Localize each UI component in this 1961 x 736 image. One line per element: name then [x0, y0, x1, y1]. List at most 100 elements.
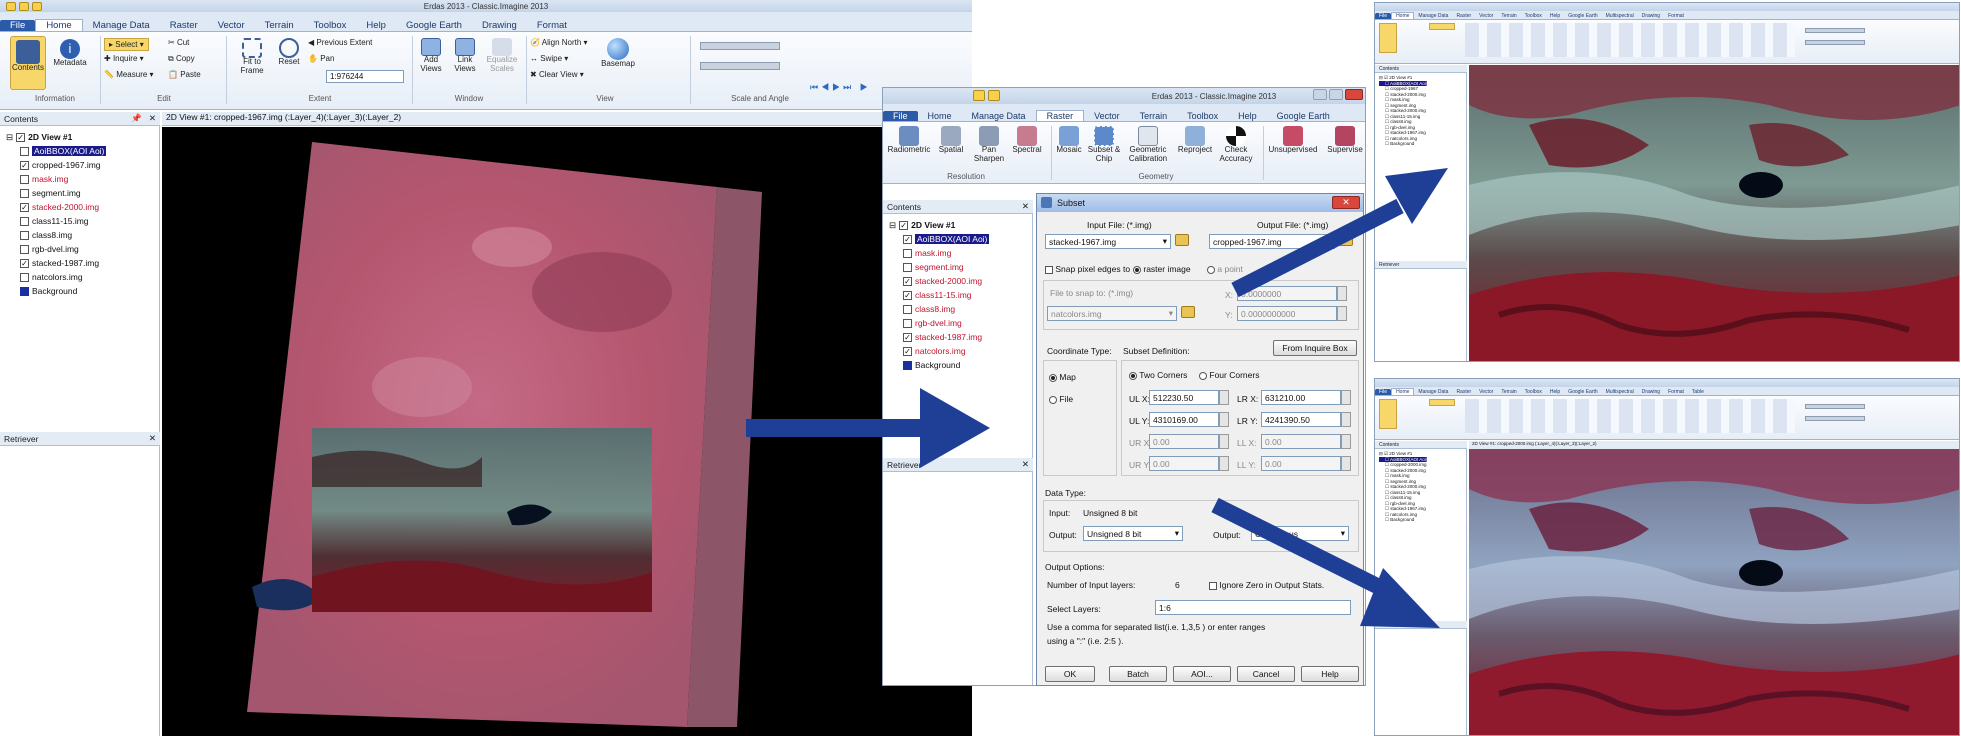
lrx-field[interactable]: 631210.00 — [1261, 390, 1341, 405]
close-icon[interactable]: ✕ — [1022, 201, 1029, 212]
uly-spinner[interactable] — [1219, 412, 1229, 427]
scale-slider[interactable] — [1805, 28, 1865, 33]
raster-image-option[interactable]: raster image — [1133, 264, 1191, 274]
tab-terrain[interactable]: Terrain — [1497, 389, 1520, 395]
layer-item[interactable]: ☐ stacked-2000.img — [1379, 108, 1427, 114]
qat-icon[interactable] — [32, 2, 42, 11]
tab-vector[interactable]: Vector — [1084, 111, 1130, 121]
tab-raster[interactable]: Raster — [1452, 389, 1475, 395]
qat-icon[interactable] — [6, 2, 16, 11]
output-file-field[interactable]: cropped-1967.img — [1209, 234, 1335, 249]
tab-raster[interactable]: Raster — [160, 20, 208, 31]
tab-file[interactable]: File — [1375, 389, 1392, 395]
layer-checkbox[interactable] — [903, 290, 912, 300]
tab-toolbox[interactable]: Toolbox — [1177, 111, 1228, 121]
background-item[interactable]: Background — [6, 284, 106, 298]
swipe-button[interactable]: ↔ Swipe ▾ — [530, 54, 568, 63]
supervised-button[interactable]: Supervise — [1323, 126, 1365, 155]
scale-input[interactable]: 1:976244 — [326, 70, 404, 83]
add-views-button[interactable]: Add Views — [414, 38, 448, 74]
layer-item[interactable]: ☐ cropped-2000.img — [1379, 462, 1427, 468]
copy-button[interactable]: ⧉ Copy — [168, 54, 195, 64]
aoi-button[interactable]: AOI... — [1173, 666, 1231, 682]
tab-manage-data[interactable]: Manage Data — [83, 20, 160, 31]
background-item[interactable]: Background — [889, 358, 989, 372]
view-checkbox[interactable] — [899, 220, 909, 230]
tab-terrain[interactable]: Terrain — [1497, 13, 1520, 19]
spectral-button[interactable]: Spectral — [1009, 126, 1045, 155]
layer-item[interactable]: mask.img — [6, 172, 106, 186]
layer-item[interactable]: class11-15.img — [889, 288, 989, 302]
select-button[interactable] — [1429, 399, 1455, 406]
dialog-close-icon[interactable]: ✕ — [1332, 196, 1360, 209]
mosaic-button[interactable]: Mosaic — [1053, 126, 1085, 155]
collapse-icon[interactable]: ⊟ — [889, 220, 896, 231]
tab-vector[interactable]: Vector — [208, 20, 255, 31]
layer-checkbox[interactable] — [20, 230, 29, 240]
uly-field[interactable]: 4310169.00 — [1149, 412, 1219, 427]
contents-button[interactable] — [1379, 399, 1397, 429]
four-corners-option[interactable]: Four Corners — [1199, 370, 1259, 380]
tab-home[interactable]: Home — [1391, 12, 1415, 19]
a-point-option[interactable]: a point — [1207, 264, 1243, 274]
layer-checkbox[interactable] — [20, 272, 29, 282]
tab-drawing[interactable]: Drawing — [472, 20, 527, 31]
layer-checkbox[interactable] — [903, 332, 912, 342]
close-icon[interactable]: ✕ — [149, 433, 156, 444]
align-north-button[interactable]: 🧭 Align North ▾ — [530, 38, 588, 47]
layer-checkbox[interactable] — [20, 174, 29, 184]
angle-slider[interactable] — [700, 62, 780, 70]
inquire-button[interactable]: ✚ Inquire ▾ — [104, 54, 144, 63]
two-corners-option[interactable]: Two Corners — [1129, 370, 1187, 380]
geometric-calibration-button[interactable]: Geometric Calibration — [1123, 126, 1173, 164]
file-option[interactable]: File — [1049, 394, 1073, 404]
snap-x-spinner[interactable] — [1337, 286, 1347, 301]
tab-multispectral[interactable]: Multispectral — [1602, 13, 1638, 19]
tab-vector[interactable]: Vector — [1475, 389, 1497, 395]
help-button[interactable]: Help — [1301, 666, 1359, 682]
close-icon[interactable] — [1345, 89, 1363, 100]
tab-drawing[interactable]: Drawing — [1638, 389, 1664, 395]
snap-checkbox-row[interactable]: Snap pixel edges to — [1045, 264, 1130, 274]
output2-type-select[interactable]: Continuous ▾ — [1251, 526, 1349, 541]
ury-field[interactable]: 0.00 — [1149, 456, 1219, 471]
a-point-radio[interactable] — [1207, 265, 1215, 274]
reset-button[interactable]: Reset — [272, 38, 306, 67]
measure-button[interactable]: 📏 Measure ▾ — [104, 70, 154, 79]
lrx-spinner[interactable] — [1341, 390, 1351, 405]
layer-item[interactable]: stacked-2000.img — [6, 200, 106, 214]
layer-checkbox[interactable] — [903, 262, 912, 272]
layer-checkbox[interactable] — [20, 216, 29, 226]
layer-item[interactable]: ☐ Background — [1379, 141, 1427, 147]
layer-checkbox[interactable] — [903, 346, 912, 356]
equalize-scales-button[interactable]: Equalize Scales — [482, 38, 522, 74]
select-button[interactable]: ▸ Select ▾ — [104, 38, 149, 51]
top-right-map-view[interactable] — [1469, 65, 1959, 361]
layer-item[interactable]: stacked-2000.img — [889, 274, 989, 288]
angle-slider[interactable] — [1805, 40, 1865, 45]
layer-item[interactable]: cropped-1967.img — [6, 158, 106, 172]
lly-field[interactable]: 0.00 — [1261, 456, 1341, 471]
left-map-view[interactable] — [162, 127, 972, 736]
clear-view-button[interactable]: ✖ Clear View ▾ — [530, 70, 584, 79]
tab-drawing[interactable]: Drawing — [1638, 13, 1664, 19]
tab-table[interactable]: Table — [1688, 389, 1708, 395]
radiometric-button[interactable]: Radiometric — [887, 126, 931, 155]
layer-item[interactable]: rgb-dvel.img — [889, 316, 989, 330]
tab-terrain[interactable]: Terrain — [255, 20, 304, 31]
bottom-right-map-view[interactable] — [1469, 449, 1959, 735]
urx-field[interactable]: 0.00 — [1149, 434, 1219, 449]
ury-spinner[interactable] — [1219, 456, 1229, 471]
lry-field[interactable]: 4241390.50 — [1261, 412, 1341, 427]
tab-help[interactable]: Help — [1546, 13, 1564, 19]
minimize-icon[interactable] — [1313, 89, 1327, 100]
from-inquire-box-button[interactable]: From Inquire Box — [1273, 340, 1357, 356]
tab-toolbox[interactable]: Toolbox — [304, 20, 357, 31]
tab-home[interactable]: Home — [918, 111, 962, 121]
maximize-icon[interactable] — [1329, 89, 1343, 100]
snap-checkbox[interactable] — [1045, 265, 1053, 274]
contents-button[interactable]: Contents — [10, 36, 46, 90]
tab-manage-data[interactable]: Manage Data — [1414, 389, 1452, 395]
check-accuracy-button[interactable]: Check Accuracy — [1217, 126, 1255, 164]
layer-checkbox[interactable] — [20, 146, 29, 156]
